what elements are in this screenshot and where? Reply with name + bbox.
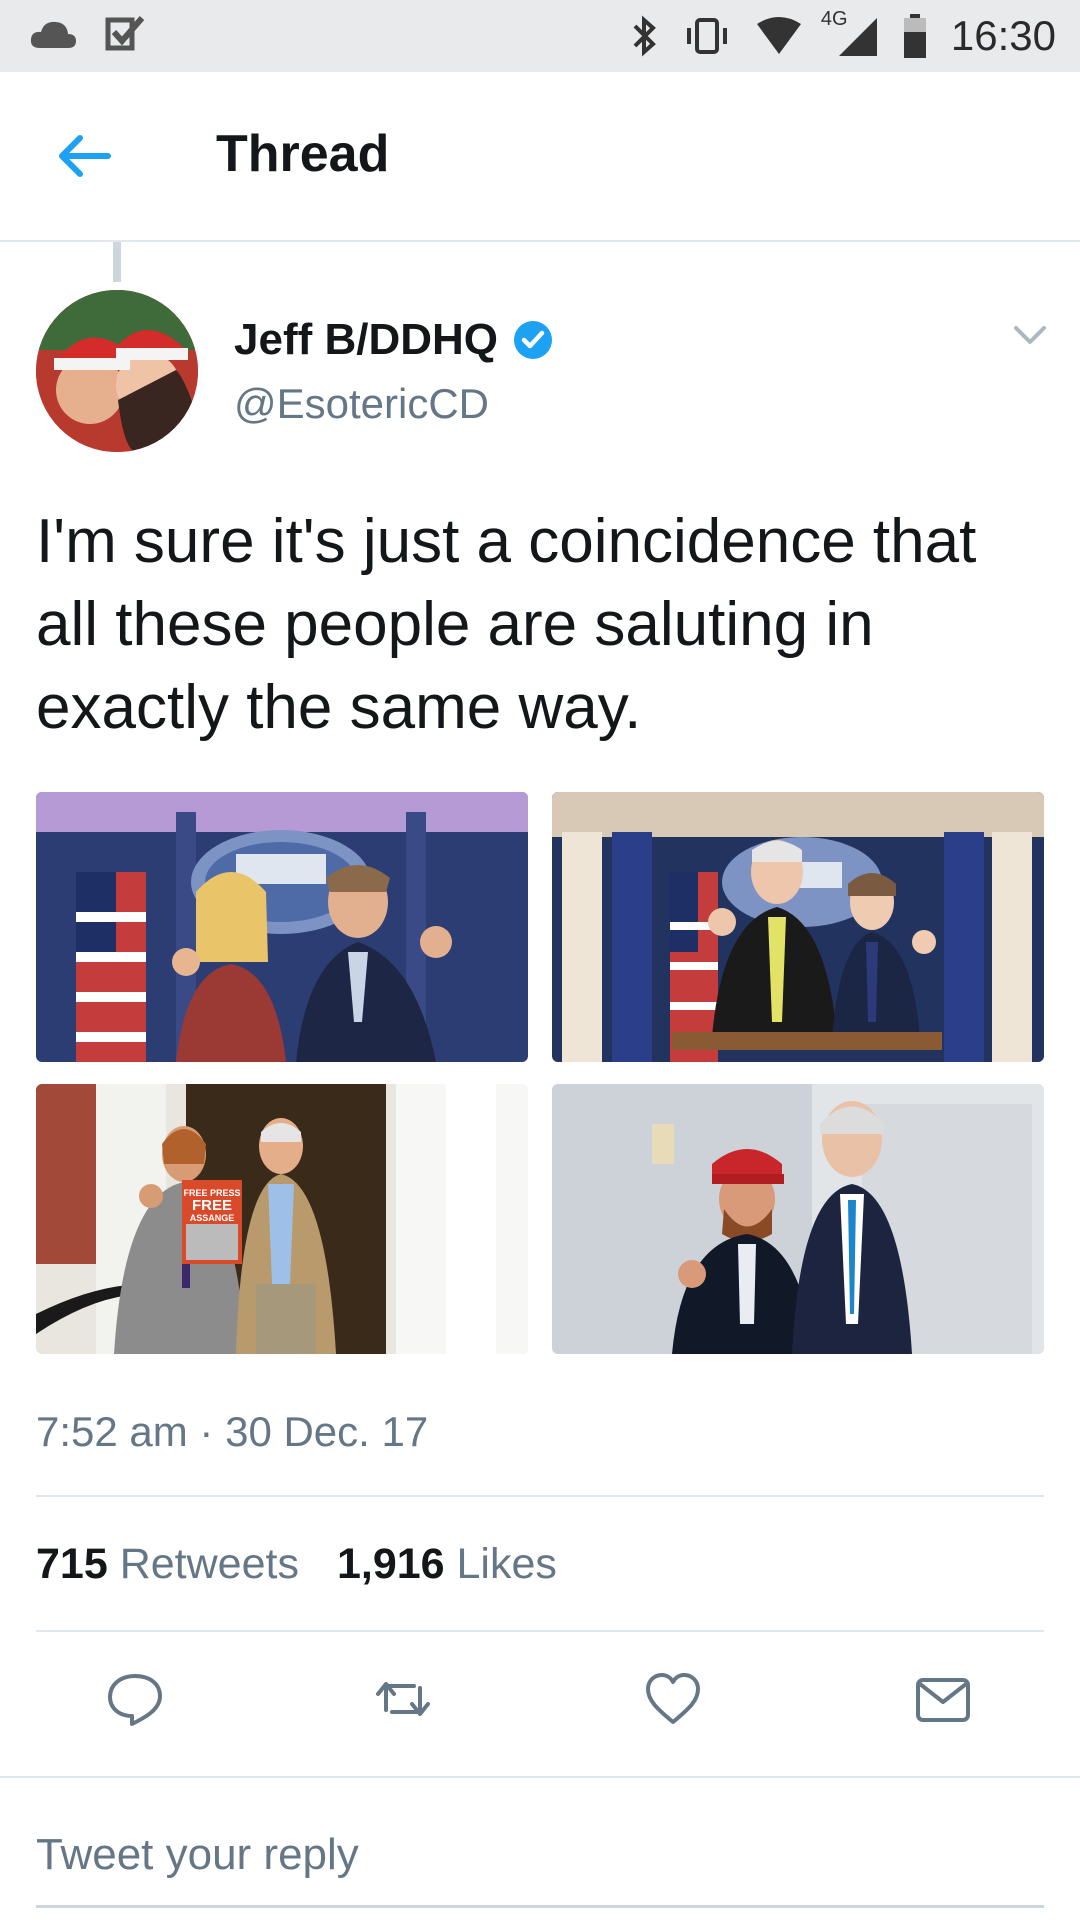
checkbox-icon: [105, 16, 145, 51]
divider: [36, 1630, 1044, 1632]
status-bar: 4G 16:30: [0, 0, 1080, 72]
sign-text-3: ASSANGE: [190, 1213, 235, 1223]
clock: 16:30: [950, 12, 1056, 59]
page-title: Thread: [216, 125, 390, 183]
likes-stat[interactable]: 1,916 Likes: [337, 1540, 557, 1589]
bluetooth-icon: [633, 15, 656, 57]
media-photo-2[interactable]: [552, 792, 1044, 1062]
action-bar: [0, 1670, 1080, 1730]
app-bar: Thread: [0, 72, 1080, 242]
likes-label: Likes: [456, 1540, 557, 1588]
media-photo-1[interactable]: [36, 792, 528, 1062]
signal-icon: 4G: [821, 8, 879, 58]
tweet-text: I'm sure it's just a coincidence that al…: [36, 507, 977, 742]
reply-icon[interactable]: [106, 1670, 164, 1728]
author-name-row[interactable]: Jeff B/DDHQ: [234, 315, 554, 365]
battery-icon: [903, 14, 926, 58]
reply-input[interactable]: Tweet your reply: [36, 1830, 359, 1880]
chevron-down-icon[interactable]: [1010, 318, 1050, 352]
verified-badge-icon: [514, 321, 553, 359]
tweet-stats: 715 Retweets 1,916 Likes: [36, 1540, 557, 1589]
cloud-icon: [30, 21, 76, 48]
media-photo-3[interactable]: FREE PRESS FREE ASSANGE: [36, 1084, 528, 1354]
retweets-label: Retweets: [119, 1540, 299, 1588]
retweets-count: 715: [36, 1540, 108, 1588]
divider: [36, 1495, 1044, 1497]
retweets-stat[interactable]: 715 Retweets: [36, 1540, 299, 1589]
wifi-icon: [756, 17, 801, 54]
tweet-timestamp: 7:52 am · 30 Dec. 17: [36, 1408, 429, 1455]
sign-text-2: FREE: [192, 1197, 232, 1214]
message-icon[interactable]: [914, 1670, 972, 1728]
vibrate-icon: [686, 18, 727, 54]
retweet-icon[interactable]: [374, 1670, 432, 1728]
author-name[interactable]: Jeff B/DDHQ: [234, 315, 498, 365]
reply-composer[interactable]: Tweet your reply: [0, 1776, 1080, 1922]
avatar[interactable]: [36, 290, 198, 452]
media-photo-4[interactable]: [552, 1084, 1044, 1354]
like-icon[interactable]: [644, 1670, 702, 1728]
arrow-left-icon[interactable]: [52, 124, 116, 188]
reply-underline: [36, 1905, 1044, 1908]
thread-connector: [113, 242, 121, 282]
likes-count: 1,916: [336, 1540, 445, 1588]
author-handle[interactable]: @EsotericCD: [234, 380, 489, 428]
